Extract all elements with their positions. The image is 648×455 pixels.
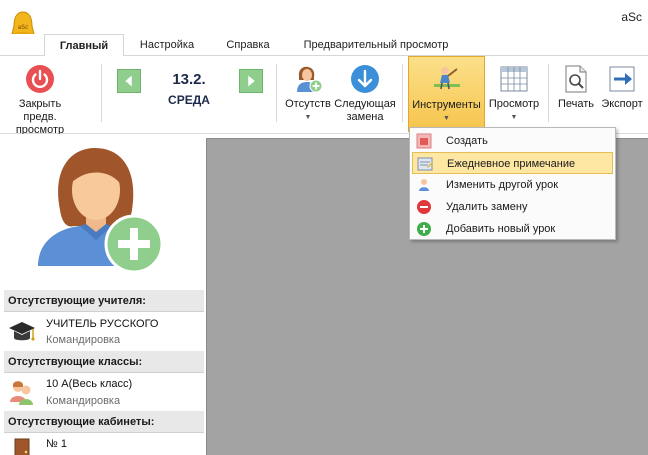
teacher-avatar-add-icon bbox=[38, 148, 164, 274]
next-substitution-line2: замена bbox=[346, 111, 384, 123]
students-group-icon bbox=[10, 381, 33, 405]
tab-settings[interactable]: Настройка bbox=[128, 34, 206, 57]
ribbon-separator bbox=[276, 64, 277, 122]
view-button[interactable]: Просмотр ▼ bbox=[485, 56, 543, 132]
export-button[interactable]: Экспорт bbox=[599, 56, 645, 132]
title-bar: aSc aSc bbox=[0, 0, 648, 42]
tools-button[interactable]: Инструменты ▼ bbox=[408, 56, 485, 132]
arrow-left-icon bbox=[125, 75, 132, 87]
app-title: aSc bbox=[621, 10, 642, 24]
print-preview-icon bbox=[565, 65, 587, 93]
menu-item-label: Ежедневное примечание bbox=[447, 158, 576, 170]
tab-help[interactable]: Справка bbox=[212, 34, 284, 57]
menu-item-label: Добавить новый урок bbox=[446, 223, 556, 235]
next-substitution-button[interactable]: Следующая замена bbox=[334, 56, 396, 132]
absent-button[interactable]: Отсутств ▼ bbox=[282, 56, 334, 132]
next-substitution-line1: Следующая bbox=[334, 98, 396, 110]
date-weekday: СРЕДА bbox=[168, 93, 210, 107]
absent-teacher-reason: Командировка bbox=[46, 334, 121, 346]
export-label: Экспорт bbox=[601, 98, 643, 110]
ribbon-separator bbox=[402, 64, 403, 122]
menu-item-daily-note[interactable]: Ежедневное примечание bbox=[412, 152, 613, 174]
ribbon: Закрыть предв. просмотр 13.2. СРЕДА Отсу… bbox=[0, 56, 648, 136]
svg-text:aSc: aSc bbox=[18, 24, 29, 31]
change-lesson-icon bbox=[419, 179, 429, 191]
menu-item-create[interactable]: Создать bbox=[412, 130, 613, 152]
menu-item-remove-substitution[interactable]: Удалить замену bbox=[412, 196, 613, 218]
view-label: Просмотр bbox=[488, 98, 540, 110]
graduation-cap-icon bbox=[9, 322, 35, 341]
absent-rooms-header: Отсутствующие кабинеты: bbox=[4, 411, 204, 433]
tools-label: Инструменты bbox=[412, 99, 481, 111]
dropdown-arrow-icon: ▼ bbox=[443, 115, 450, 122]
print-button[interactable]: Печать bbox=[553, 56, 599, 132]
absent-label: Отсутств bbox=[285, 98, 331, 110]
next-day-button[interactable] bbox=[239, 69, 263, 93]
absent-teacher-name[interactable]: УЧИТЕЛЬ РУССКОГО bbox=[46, 318, 158, 330]
arrow-right-icon bbox=[248, 75, 255, 87]
close-preview-button[interactable]: Закрыть предв. просмотр bbox=[4, 56, 76, 136]
absent-class-reason: Командировка bbox=[46, 395, 121, 407]
daily-note-icon bbox=[417, 157, 433, 171]
menu-item-label: Создать bbox=[446, 135, 488, 147]
ribbon-separator bbox=[101, 64, 102, 122]
dropdown-arrow-icon: ▼ bbox=[304, 114, 312, 121]
print-label: Печать bbox=[557, 98, 595, 110]
tab-preview[interactable]: Предварительный просмотр bbox=[290, 34, 462, 57]
absent-class-name[interactable]: 10 А(Весь класс) bbox=[46, 378, 132, 390]
menu-item-label: Удалить замену bbox=[446, 201, 528, 213]
ribbon-tab-bar: Главный Настройка Справка Предварительны… bbox=[0, 34, 648, 57]
menu-item-label: Изменить другой урок bbox=[446, 179, 559, 191]
absent-teachers-header: Отсутствующие учителя: bbox=[4, 290, 204, 312]
close-preview-label: Закрыть предв. просмотр bbox=[15, 98, 65, 136]
create-icon bbox=[416, 133, 432, 149]
grid-table-icon bbox=[500, 66, 528, 92]
export-arrow-icon bbox=[609, 66, 635, 92]
date-number: 13.2. bbox=[172, 71, 206, 88]
absent-classes-header: Отсутствующие классы: bbox=[4, 351, 204, 373]
next-substitution-label: Следующая замена bbox=[334, 98, 396, 124]
menu-item-change-lesson[interactable]: Изменить другой урок bbox=[412, 174, 613, 196]
arrow-down-circle-icon bbox=[351, 65, 379, 93]
ribbon-separator bbox=[548, 64, 549, 122]
person-add-icon bbox=[297, 66, 323, 93]
dropdown-arrow-icon: ▼ bbox=[510, 114, 518, 121]
absent-room-name[interactable]: № 1 bbox=[46, 438, 67, 450]
prev-day-button[interactable] bbox=[117, 69, 141, 93]
power-icon bbox=[26, 65, 54, 93]
remove-icon bbox=[417, 200, 431, 214]
tab-main[interactable]: Главный bbox=[44, 34, 124, 57]
left-panel: Отсутствующие учителя: УЧИТЕЛЬ РУССКОГО … bbox=[0, 134, 206, 455]
door-icon bbox=[14, 438, 30, 455]
menu-item-add-lesson[interactable]: Добавить новый урок bbox=[412, 218, 613, 240]
add-icon bbox=[417, 222, 431, 236]
tools-teacher-icon bbox=[433, 67, 460, 90]
tools-dropdown-menu: Создать Ежедневное примечание Изменить д… bbox=[409, 127, 616, 240]
